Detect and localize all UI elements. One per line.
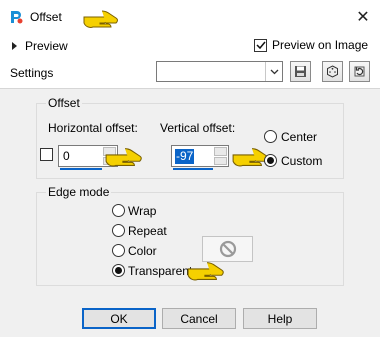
reset-icon <box>354 66 365 77</box>
horizontal-offset-slider[interactable] <box>60 168 102 170</box>
ok-button[interactable]: OK <box>82 308 156 329</box>
cancel-label: Cancel <box>180 311 218 326</box>
help-label: Help <box>267 311 293 326</box>
chevron-down-icon[interactable] <box>265 62 282 81</box>
color-radio[interactable] <box>112 244 125 257</box>
randomize-button[interactable] <box>322 61 343 82</box>
horizontal-offset-label: Horizontal offset: <box>48 121 138 135</box>
custom-radio[interactable] <box>264 154 277 167</box>
spin-arrows[interactable] <box>214 147 227 165</box>
settings-label: Settings <box>10 66 54 80</box>
preview-on-image-checkbox[interactable]: Preview on Image <box>254 38 368 52</box>
title-bar: Offset ✕ <box>0 0 380 34</box>
custom-label: Custom <box>281 154 323 168</box>
vertical-offset-spinbox[interactable]: -97 <box>171 145 229 167</box>
save-preset-button[interactable] <box>290 61 311 82</box>
close-icon: ✕ <box>356 9 370 26</box>
reset-button[interactable] <box>349 61 370 82</box>
close-button[interactable]: ✕ <box>346 0 380 34</box>
transparent-radio[interactable] <box>112 264 125 277</box>
floppy-disk-icon <box>295 66 306 77</box>
help-button[interactable]: Help <box>243 308 317 329</box>
vertical-offset-value: -97 <box>175 149 195 164</box>
pointing-hand-icon <box>105 148 142 167</box>
preview-label: Preview <box>25 39 68 53</box>
dice-icon <box>327 65 338 78</box>
window-title: Offset <box>30 10 62 24</box>
center-radio[interactable] <box>264 130 277 143</box>
settings-dropdown[interactable] <box>156 61 283 82</box>
horizontal-offset-value: 0 <box>63 149 70 163</box>
no-symbol-icon <box>219 240 236 258</box>
color-label: Color <box>128 244 157 258</box>
spin-up-icon[interactable] <box>214 147 227 156</box>
ok-label: OK <box>110 311 128 326</box>
offset-checkbox[interactable] <box>40 148 53 161</box>
preview-on-image-label: Preview on Image <box>272 38 369 52</box>
vertical-offset-slider[interactable] <box>173 168 213 170</box>
transparent-label: Transparent <box>128 264 193 278</box>
repeat-radio[interactable] <box>112 224 125 237</box>
pointing-hand-icon <box>83 10 118 28</box>
cancel-button[interactable]: Cancel <box>162 308 236 329</box>
wrap-radio[interactable] <box>112 204 125 217</box>
repeat-label: Repeat <box>128 224 167 238</box>
wrap-label: Wrap <box>128 204 157 218</box>
center-label: Center <box>281 130 318 144</box>
offset-group-label: Offset <box>46 96 82 110</box>
settings-panel: Offset Horizontal offset: Vertical offse… <box>0 88 380 337</box>
preview-toggle[interactable]: Preview <box>12 38 68 54</box>
edge-color-swatch[interactable] <box>202 236 253 262</box>
spin-down-icon[interactable] <box>214 156 227 165</box>
checkbox-checked-icon <box>254 38 267 52</box>
edge-mode-group-label: Edge mode <box>46 185 112 199</box>
expand-triangle-icon <box>12 42 17 50</box>
pointing-hand-icon <box>187 262 224 281</box>
vertical-offset-label: Vertical offset: <box>160 121 236 135</box>
paint-shop-app-icon <box>11 11 23 24</box>
